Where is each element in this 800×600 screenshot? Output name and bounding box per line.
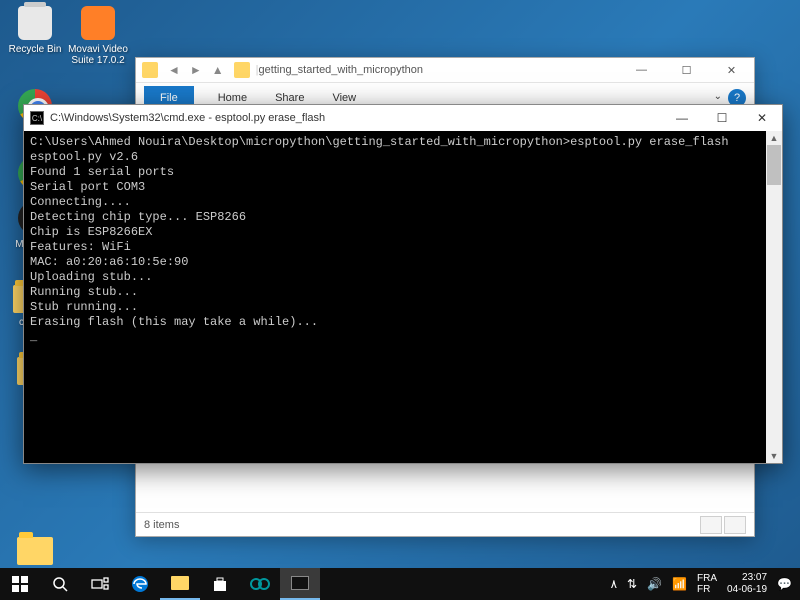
system-tray: ٨ ⇅ 🔊 📶 FRA FR 23:07 04-06-19 💬 xyxy=(611,572,800,596)
cmd-title: C:\Windows\System32\cmd.exe - esptool.py… xyxy=(50,112,325,124)
scroll-up-icon[interactable]: ▲ xyxy=(766,131,782,145)
edge-icon[interactable] xyxy=(120,568,160,600)
scroll-thumb[interactable] xyxy=(767,145,781,185)
start-button[interactable] xyxy=(0,568,40,600)
minimize-button[interactable]: — xyxy=(662,105,702,131)
item-count: 8 items xyxy=(144,519,179,531)
notifications-icon[interactable]: 💬 xyxy=(777,577,792,591)
desktop-icon-recycle-bin[interactable]: Recycle Bin xyxy=(5,5,65,55)
taskview-icon[interactable] xyxy=(80,568,120,600)
taskbar: ٨ ⇅ 🔊 📶 FRA FR 23:07 04-06-19 💬 xyxy=(0,568,800,600)
minimize-button[interactable]: — xyxy=(619,58,664,83)
close-button[interactable]: ✕ xyxy=(742,105,782,131)
store-icon[interactable] xyxy=(200,568,240,600)
folder-icon xyxy=(234,62,250,78)
view-large-button[interactable] xyxy=(724,516,746,534)
nav-back-icon[interactable]: ◄ xyxy=(164,61,184,79)
cmd-icon: C:\ xyxy=(30,111,44,125)
cmd-taskbar-icon[interactable] xyxy=(280,568,320,600)
clock[interactable]: 23:07 04-06-19 xyxy=(727,572,767,596)
folder-icon xyxy=(142,62,158,78)
explorer-taskbar-icon[interactable] xyxy=(160,568,200,600)
scroll-down-icon[interactable]: ▼ xyxy=(766,449,782,463)
tray-chevron-icon[interactable]: ٨ xyxy=(611,577,617,591)
cmd-titlebar[interactable]: C:\ C:\Windows\System32\cmd.exe - esptoo… xyxy=(24,105,782,131)
chevron-down-icon[interactable]: ⌄ xyxy=(714,91,722,102)
nav-up-icon[interactable]: ▲ xyxy=(208,61,228,79)
desktop-icon-movavi[interactable]: Movavi Video Suite 17.0.2 xyxy=(68,5,128,66)
volume-icon[interactable]: 🔊 xyxy=(647,577,662,591)
maximize-button[interactable]: ☐ xyxy=(664,58,709,83)
nav-fwd-icon[interactable]: ► xyxy=(186,61,206,79)
search-icon[interactable] xyxy=(40,568,80,600)
explorer-path: getting_started_with_micropython xyxy=(259,64,423,76)
network-icon[interactable]: ⇅ xyxy=(627,577,637,591)
explorer-statusbar: 8 items xyxy=(136,512,754,536)
cmd-output[interactable]: C:\Users\Ahmed Nouira\Desktop\micropytho… xyxy=(24,131,766,463)
cmd-window[interactable]: C:\ C:\Windows\System32\cmd.exe - esptoo… xyxy=(23,104,783,464)
view-details-button[interactable] xyxy=(700,516,722,534)
wifi-icon[interactable]: 📶 xyxy=(672,577,687,591)
scrollbar[interactable]: ▲ ▼ xyxy=(766,131,782,463)
explorer-nav: ◄ ► ▲ xyxy=(164,61,228,79)
language-indicator[interactable]: FRA FR xyxy=(697,573,717,595)
arduino-icon[interactable] xyxy=(240,568,280,600)
maximize-button[interactable]: ☐ xyxy=(702,105,742,131)
close-button[interactable]: ✕ xyxy=(709,58,754,83)
explorer-titlebar[interactable]: ◄ ► ▲ | getting_started_with_micropython… xyxy=(136,58,754,83)
